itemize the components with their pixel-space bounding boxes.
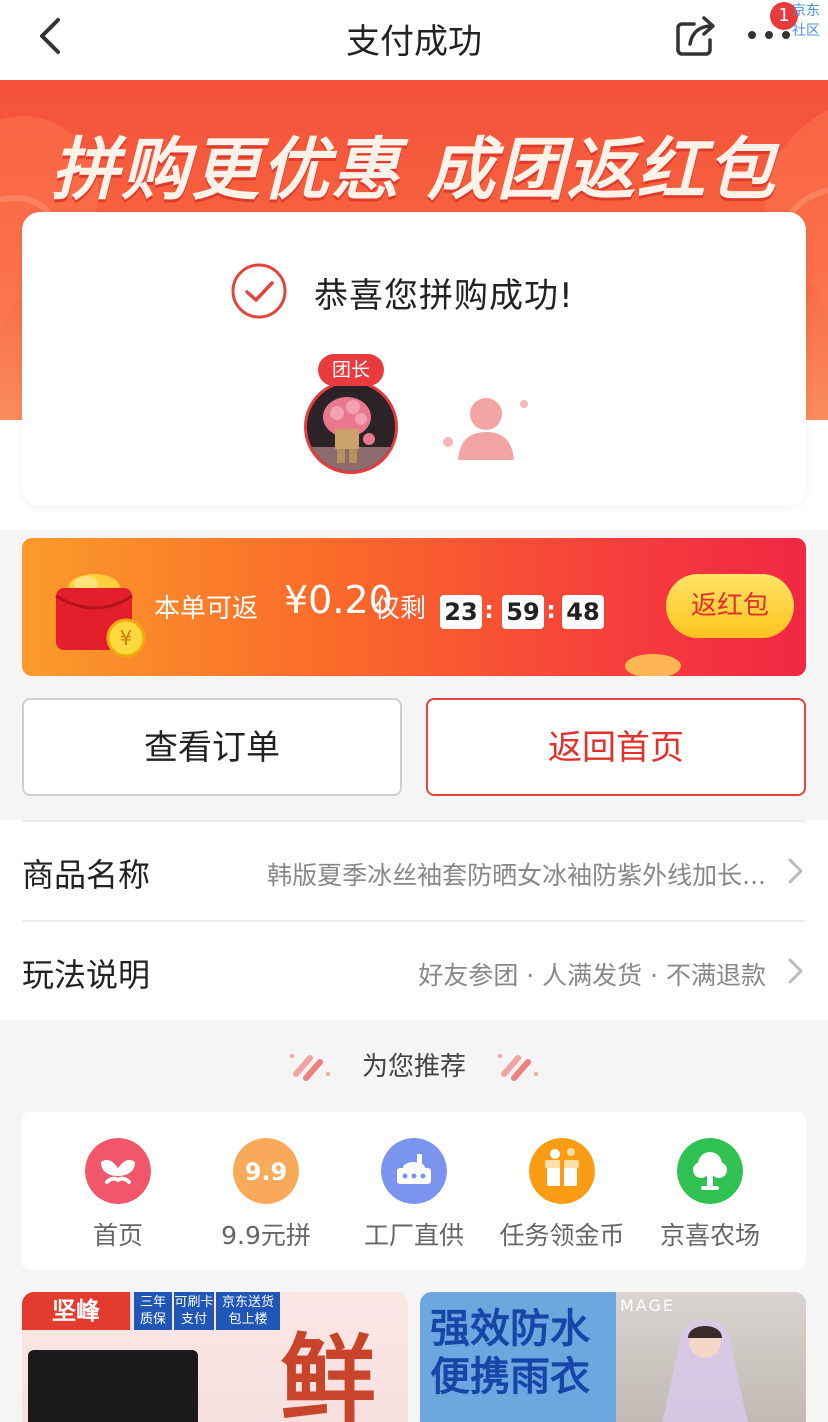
rules-value: 好友参团 · 人满发货 · 不满退款 xyxy=(418,961,766,990)
rules-row[interactable]: 玩法说明 好友参团 · 人满发货 · 不满退款 xyxy=(22,920,806,1018)
packet-prefix: 本单可返 xyxy=(154,594,259,624)
leader-avatar[interactable] xyxy=(304,380,398,474)
quick-nav: 首页 9.9 9.9元拼 工厂直供 任务领金币 京喜农场 xyxy=(22,1112,806,1270)
coin-decoration-icon xyxy=(625,654,681,676)
rules-label: 玩法说明 xyxy=(22,956,151,994)
success-message: 恭喜您拼购成功! xyxy=(314,276,574,316)
red-packet-banner: ¥ 本单可返 ¥0.20 仅剩 23 : 59 : 48 返红包 xyxy=(22,538,806,676)
packet-remain-label: 仅剩 xyxy=(374,594,427,624)
product-tag: 京东送货包上楼 xyxy=(216,1292,280,1330)
quick-nav-label: 京喜农场 xyxy=(659,1221,760,1250)
quick-nav-label: 首页 xyxy=(92,1221,143,1250)
product-big-char: 鲜 xyxy=(280,1323,376,1422)
countdown-hours: 23 xyxy=(440,595,482,629)
page: 支付成功 1 京东社区 拼购更优惠 成团返红包 恭喜您拼购成功! 团长 ¥ 本单… xyxy=(0,0,828,1422)
fridge-image xyxy=(28,1350,198,1422)
product-tag: 三年质保 xyxy=(134,1292,172,1330)
view-order-button[interactable]: 查看订单 xyxy=(22,698,402,796)
leader-tag: 团长 xyxy=(318,354,384,386)
product-card-fridge[interactable]: 坚峰 三年质保 可刷卡支付 京东送货包上楼 鲜 xyxy=(22,1292,408,1422)
product-tag: 可刷卡支付 xyxy=(174,1292,214,1330)
claim-red-packet-button[interactable]: 返红包 xyxy=(666,574,794,638)
factory-icon xyxy=(381,1138,447,1204)
product-name-value: 韩版夏季冰丝袖套防晒女冰袖防紫外线加长... xyxy=(267,861,766,890)
countdown-seconds: 48 xyxy=(562,595,604,629)
check-circle-icon xyxy=(231,263,287,319)
product-name-label: 商品名称 xyxy=(22,856,151,894)
community-link[interactable]: 京东社区 xyxy=(792,0,828,40)
top-nav-bar: 支付成功 1 京东社区 xyxy=(0,0,828,80)
countdown-minutes: 59 xyxy=(502,595,544,629)
photo-text: MAGE xyxy=(620,1296,675,1315)
success-card: 恭喜您拼购成功! 团长 xyxy=(22,212,806,506)
heading-decoration-right-icon xyxy=(498,1054,538,1081)
quick-nav-label: 9.9元拼 xyxy=(221,1221,311,1250)
quick-nav-home[interactable]: 首页 xyxy=(44,1112,192,1270)
share-icon[interactable] xyxy=(672,12,720,60)
back-home-button[interactable]: 返回首页 xyxy=(426,698,806,796)
quick-nav-label: 任务领金币 xyxy=(499,1221,625,1250)
nine-nine-icon: 9.9 xyxy=(233,1138,299,1204)
chevron-right-icon xyxy=(788,958,803,984)
product-headline: 便携雨衣 xyxy=(430,1354,590,1400)
avatar-photo-icon xyxy=(307,383,395,471)
model-figure-icon xyxy=(662,1319,748,1422)
red-envelope-icon: ¥ xyxy=(55,574,146,658)
quick-nav-label: 工厂直供 xyxy=(363,1221,464,1250)
countdown-separator: : xyxy=(546,596,556,624)
product-card-raincoat[interactable]: MAGE 强效防水 便携雨衣 xyxy=(420,1292,806,1422)
recommend-heading: 为您推荐 xyxy=(361,1052,466,1082)
product-name-row[interactable]: 商品名称 韩版夏季冰丝袖套防晒女冰袖防紫外线加长... xyxy=(22,822,806,920)
quick-nav-factory[interactable]: 工厂直供 xyxy=(340,1112,488,1270)
hero-title: 拼购更优惠 成团返红包 xyxy=(51,131,777,210)
quick-nav-nine-nine[interactable]: 9.9 9.9元拼 xyxy=(192,1112,340,1270)
home-icon xyxy=(85,1138,151,1204)
countdown-separator: : xyxy=(484,596,494,624)
tree-icon xyxy=(677,1138,743,1204)
svg-text:¥: ¥ xyxy=(120,626,133,650)
empty-member-avatar-icon[interactable] xyxy=(438,380,534,476)
product-brand: 坚峰 xyxy=(22,1292,130,1330)
quick-nav-farm[interactable]: 京喜农场 xyxy=(636,1112,784,1270)
gift-coin-icon xyxy=(529,1138,595,1204)
svg-text:9.9: 9.9 xyxy=(245,1158,288,1186)
chevron-right-icon xyxy=(788,858,803,884)
quick-nav-task-coin[interactable]: 任务领金币 xyxy=(488,1112,636,1270)
